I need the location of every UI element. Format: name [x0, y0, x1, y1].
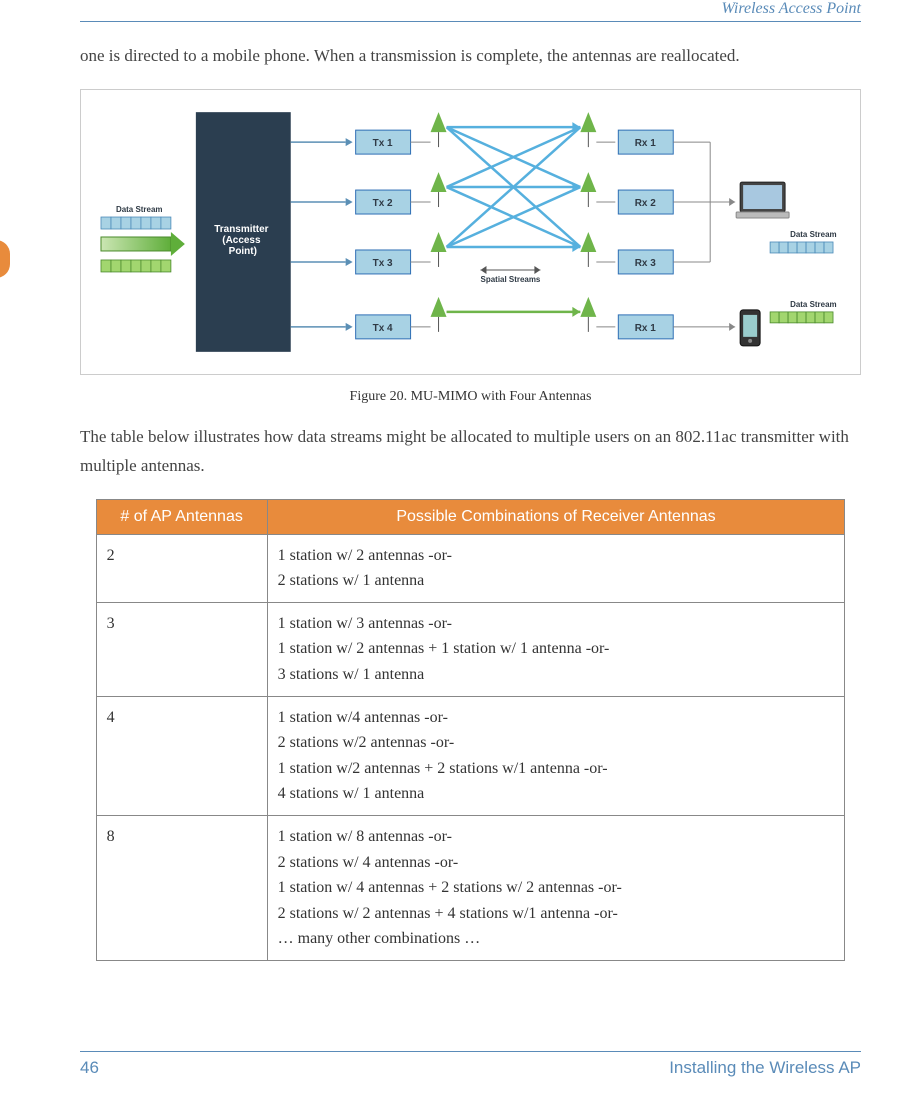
svg-text:Rx 2: Rx 2 — [635, 198, 657, 209]
figure-caption: Figure 20. MU-MIMO with Four Antennas — [80, 389, 861, 405]
spatial-stream-lines-blue — [447, 127, 581, 247]
page-footer: 46 Installing the Wireless AP — [80, 1051, 861, 1078]
table-row: 81 station w/ 8 antennas -or-2 stations … — [96, 816, 845, 961]
table-header-row: # of AP Antennas Possible Combinations o… — [96, 499, 845, 534]
svg-text:Tx 2: Tx 2 — [373, 198, 393, 209]
spatial-streams-label: Spatial Streams — [481, 275, 541, 284]
data-stream-label-laptop: Data Stream — [790, 230, 837, 239]
tx-antenna-icons — [431, 112, 447, 332]
page-number: 46 — [80, 1058, 99, 1078]
tab-marker — [0, 240, 10, 278]
antenna-combinations-table: # of AP Antennas Possible Combinations o… — [96, 499, 846, 961]
table-row: 31 station w/ 3 antennas -or-1 station w… — [96, 602, 845, 696]
mid-paragraph: The table below illustrates how data str… — [80, 423, 861, 481]
tx-boxes: Tx 1 Tx 2 Tx 3 Tx 4 — [291, 130, 411, 339]
table-row: 21 station w/ 2 antennas -or-2 stations … — [96, 534, 845, 602]
rx-antenna-icons — [580, 112, 596, 332]
svg-text:Tx 4: Tx 4 — [373, 323, 393, 334]
left-stream-green — [101, 260, 171, 272]
th-combos: Possible Combinations of Receiver Antenn… — [267, 499, 845, 534]
table-row: 41 station w/4 antennas -or-2 stations w… — [96, 696, 845, 815]
footer-title: Installing the Wireless AP — [669, 1058, 861, 1078]
right-stream-green — [770, 312, 833, 323]
data-stream-label-left: Data Stream — [116, 205, 163, 214]
laptop-icon — [736, 182, 789, 218]
svg-text:Rx 1: Rx 1 — [635, 138, 657, 149]
mu-mimo-diagram: Data Stream Transmitter (Access Point) — [91, 102, 850, 362]
intro-paragraph: one is directed to a mobile phone. When … — [80, 42, 861, 71]
data-stream-label-phone: Data Stream — [790, 300, 837, 309]
svg-text:Rx 1: Rx 1 — [635, 323, 657, 334]
page-header: Wireless Access Point — [80, 0, 861, 22]
right-stream-blue — [770, 242, 833, 253]
phone-icon — [740, 310, 760, 346]
th-antennas: # of AP Antennas — [96, 499, 267, 534]
svg-text:Rx 3: Rx 3 — [635, 258, 657, 269]
left-stream-blue — [101, 217, 171, 229]
svg-text:Tx 1: Tx 1 — [373, 138, 393, 149]
figure-diagram: Data Stream Transmitter (Access Point) — [80, 89, 861, 375]
rx-boxes: Rx 1 Rx 2 Rx 3 Rx 1 — [596, 130, 673, 339]
svg-text:Tx 3: Tx 3 — [373, 258, 393, 269]
